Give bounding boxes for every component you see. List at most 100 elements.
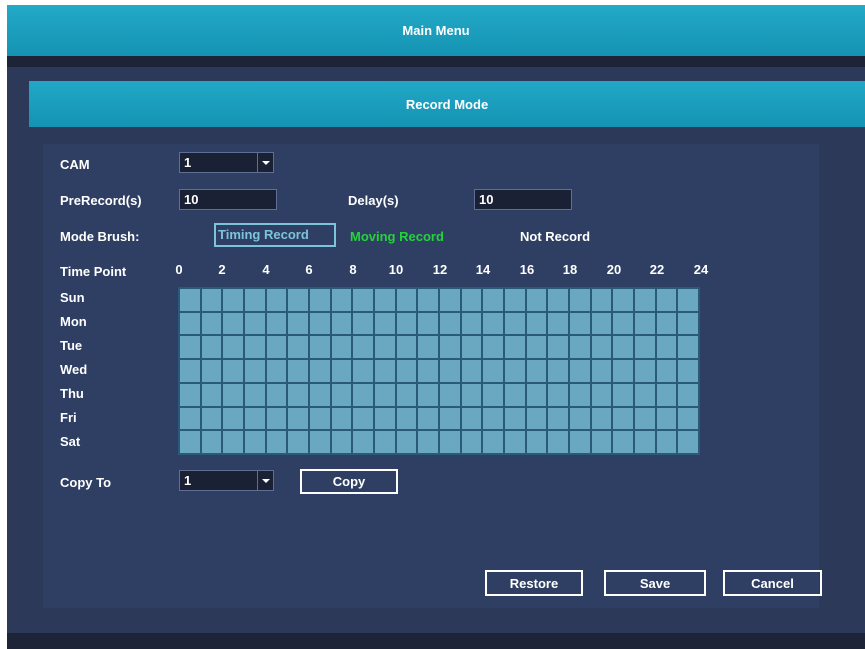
schedule-cell[interactable] bbox=[504, 383, 525, 406]
schedule-cell[interactable] bbox=[418, 431, 438, 453]
schedule-cell[interactable] bbox=[656, 360, 677, 382]
schedule-cell[interactable] bbox=[569, 383, 590, 406]
schedule-cell[interactable] bbox=[201, 407, 222, 430]
schedule-cell[interactable] bbox=[569, 289, 590, 311]
schedule-cell[interactable] bbox=[634, 312, 655, 335]
schedule-cell[interactable] bbox=[678, 431, 698, 453]
schedule-cell[interactable] bbox=[526, 312, 547, 335]
schedule-cell[interactable] bbox=[504, 289, 525, 311]
schedule-cell[interactable] bbox=[483, 312, 503, 335]
schedule-cell[interactable] bbox=[418, 407, 438, 430]
schedule-cell[interactable] bbox=[678, 407, 698, 430]
chevron-down-icon[interactable] bbox=[257, 153, 273, 172]
schedule-cell[interactable] bbox=[396, 407, 417, 430]
schedule-cell[interactable] bbox=[288, 431, 308, 453]
schedule-cell[interactable] bbox=[439, 383, 460, 406]
schedule-cell[interactable] bbox=[526, 383, 547, 406]
delay-input[interactable]: 10 bbox=[474, 189, 572, 210]
schedule-cell[interactable] bbox=[678, 360, 698, 382]
schedule-cell[interactable] bbox=[244, 336, 265, 359]
schedule-cell[interactable] bbox=[288, 289, 308, 311]
schedule-cell[interactable] bbox=[483, 336, 503, 359]
schedule-cell[interactable] bbox=[180, 312, 200, 335]
schedule-cell[interactable] bbox=[331, 431, 352, 453]
schedule-cell[interactable] bbox=[223, 289, 243, 311]
schedule-cell[interactable] bbox=[353, 312, 373, 335]
schedule-cell[interactable] bbox=[483, 360, 503, 382]
schedule-cell[interactable] bbox=[591, 336, 612, 359]
schedule-cell[interactable] bbox=[439, 407, 460, 430]
schedule-cell[interactable] bbox=[461, 312, 482, 335]
schedule-cell[interactable] bbox=[678, 312, 698, 335]
schedule-cell[interactable] bbox=[483, 383, 503, 406]
schedule-cell[interactable] bbox=[548, 336, 568, 359]
schedule-cell[interactable] bbox=[461, 407, 482, 430]
schedule-cell[interactable] bbox=[656, 312, 677, 335]
schedule-cell[interactable] bbox=[548, 407, 568, 430]
schedule-cell[interactable] bbox=[461, 431, 482, 453]
schedule-cell[interactable] bbox=[353, 383, 373, 406]
schedule-cell[interactable] bbox=[634, 431, 655, 453]
schedule-cell[interactable] bbox=[374, 336, 395, 359]
schedule-cell[interactable] bbox=[634, 407, 655, 430]
schedule-cell[interactable] bbox=[223, 407, 243, 430]
schedule-cell[interactable] bbox=[288, 360, 308, 382]
schedule-cell[interactable] bbox=[678, 336, 698, 359]
cancel-button[interactable]: Cancel bbox=[723, 570, 822, 596]
schedule-cell[interactable] bbox=[353, 407, 373, 430]
schedule-cell[interactable] bbox=[548, 431, 568, 453]
schedule-cell[interactable] bbox=[180, 336, 200, 359]
schedule-cell[interactable] bbox=[613, 383, 633, 406]
schedule-cell[interactable] bbox=[266, 336, 287, 359]
schedule-cell[interactable] bbox=[180, 360, 200, 382]
schedule-cell[interactable] bbox=[309, 289, 330, 311]
schedule-cell[interactable] bbox=[180, 431, 200, 453]
schedule-cell[interactable] bbox=[396, 312, 417, 335]
schedule-cell[interactable] bbox=[613, 431, 633, 453]
schedule-cell[interactable] bbox=[634, 383, 655, 406]
schedule-cell[interactable] bbox=[244, 312, 265, 335]
schedule-cell[interactable] bbox=[656, 407, 677, 430]
schedule-cell[interactable] bbox=[634, 289, 655, 311]
schedule-cell[interactable] bbox=[526, 336, 547, 359]
schedule-cell[interactable] bbox=[418, 312, 438, 335]
schedule-cell[interactable] bbox=[223, 336, 243, 359]
schedule-cell[interactable] bbox=[613, 360, 633, 382]
schedule-cell[interactable] bbox=[678, 289, 698, 311]
schedule-cell[interactable] bbox=[396, 289, 417, 311]
brush-not-record[interactable]: Not Record bbox=[520, 229, 590, 244]
schedule-cell[interactable] bbox=[309, 336, 330, 359]
schedule-cell[interactable] bbox=[439, 312, 460, 335]
schedule-cell[interactable] bbox=[526, 360, 547, 382]
schedule-cell[interactable] bbox=[483, 289, 503, 311]
schedule-cell[interactable] bbox=[483, 407, 503, 430]
schedule-cell[interactable] bbox=[504, 312, 525, 335]
schedule-cell[interactable] bbox=[331, 360, 352, 382]
schedule-cell[interactable] bbox=[266, 431, 287, 453]
schedule-cell[interactable] bbox=[309, 407, 330, 430]
schedule-cell[interactable] bbox=[439, 431, 460, 453]
schedule-cell[interactable] bbox=[591, 312, 612, 335]
schedule-cell[interactable] bbox=[418, 289, 438, 311]
schedule-cell[interactable] bbox=[288, 312, 308, 335]
schedule-cell[interactable] bbox=[504, 407, 525, 430]
schedule-grid[interactable] bbox=[178, 287, 700, 455]
schedule-cell[interactable] bbox=[569, 312, 590, 335]
brush-moving-record[interactable]: Moving Record bbox=[350, 229, 444, 244]
schedule-cell[interactable] bbox=[331, 383, 352, 406]
schedule-cell[interactable] bbox=[201, 289, 222, 311]
schedule-cell[interactable] bbox=[353, 289, 373, 311]
schedule-cell[interactable] bbox=[201, 383, 222, 406]
schedule-cell[interactable] bbox=[613, 407, 633, 430]
schedule-cell[interactable] bbox=[548, 312, 568, 335]
schedule-cell[interactable] bbox=[656, 336, 677, 359]
brush-timing-record[interactable]: Timing Record bbox=[214, 223, 336, 247]
schedule-cell[interactable] bbox=[223, 360, 243, 382]
schedule-cell[interactable] bbox=[418, 336, 438, 359]
schedule-cell[interactable] bbox=[461, 289, 482, 311]
schedule-cell[interactable] bbox=[374, 360, 395, 382]
schedule-cell[interactable] bbox=[461, 360, 482, 382]
schedule-cell[interactable] bbox=[309, 383, 330, 406]
schedule-cell[interactable] bbox=[374, 383, 395, 406]
schedule-cell[interactable] bbox=[396, 383, 417, 406]
